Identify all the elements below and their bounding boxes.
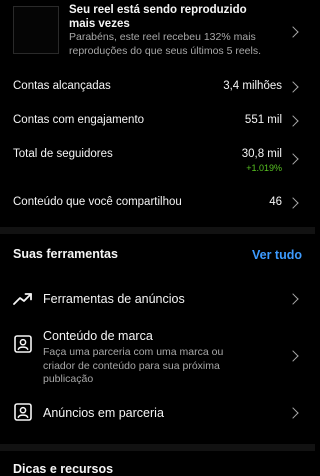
- chevron-right-icon: [287, 197, 299, 209]
- tool-item-partnership-ads[interactable]: Anúncios em parceria: [0, 396, 315, 430]
- tool-label: Anúncios em parceria: [43, 406, 164, 420]
- stat-label: Contas alcançadas: [13, 80, 111, 92]
- stat-delta-badge: +1.019%: [246, 163, 282, 173]
- chevron-right-icon: [287, 293, 299, 305]
- reel-thumbnail: [13, 6, 59, 54]
- stat-value: 551 mil: [244, 114, 282, 126]
- stat-row-accounts-reached[interactable]: Contas alcançadas 3,4 milhões: [0, 71, 315, 103]
- stat-label: Contas com engajamento: [13, 114, 145, 126]
- stat-label: Total de seguidores: [13, 148, 113, 160]
- stat-row-total-followers[interactable]: Total de seguidores 30,8 mil +1.019%: [0, 139, 315, 181]
- reel-card-title: Seu reel está sendo reproduzido mais vez…: [69, 4, 247, 30]
- reel-card-description: Parabéns, este reel recebeu 132% mais re…: [69, 31, 262, 57]
- tool-item-ad-tools[interactable]: Ferramentas de anúncios: [0, 282, 315, 316]
- reel-performance-card[interactable]: Seu reel está sendo reproduzido mais vez…: [0, 0, 315, 66]
- stat-row-accounts-engaged[interactable]: Contas com engajamento 551 mil: [0, 105, 315, 137]
- tool-description: Faça uma parceria com uma marca ou criad…: [43, 346, 224, 385]
- trending-up-icon: [13, 289, 33, 309]
- chevron-right-icon: [287, 115, 299, 127]
- stat-value: 46: [269, 196, 282, 208]
- chevron-right-icon: [287, 407, 299, 419]
- stat-label: Conteúdo que você compartilhou: [13, 196, 182, 208]
- tool-label: Conteúdo de marca: [43, 329, 153, 343]
- tool-label: Ferramentas de anúncios: [43, 292, 185, 306]
- section-divider: [0, 444, 315, 451]
- see-all-link[interactable]: Ver tudo: [252, 248, 302, 262]
- chevron-right-icon: [287, 350, 299, 362]
- tool-item-branded-content[interactable]: Conteúdo de marca Faça uma parceria com …: [0, 322, 315, 392]
- branded-content-icon: [13, 334, 33, 354]
- section-divider: [0, 227, 315, 234]
- tools-section-title: Suas ferramentas: [13, 247, 118, 261]
- tips-section-title: Dicas e recursos: [13, 462, 114, 476]
- chevron-right-icon: [287, 153, 299, 165]
- partnership-ads-icon: [13, 402, 33, 422]
- chevron-right-icon: [287, 26, 299, 38]
- stat-value: 30,8 mil: [241, 148, 282, 160]
- stat-row-content-shared[interactable]: Conteúdo que você compartilhou 46: [0, 187, 315, 219]
- chevron-right-icon: [287, 81, 299, 93]
- stat-value: 3,4 milhões: [223, 80, 282, 92]
